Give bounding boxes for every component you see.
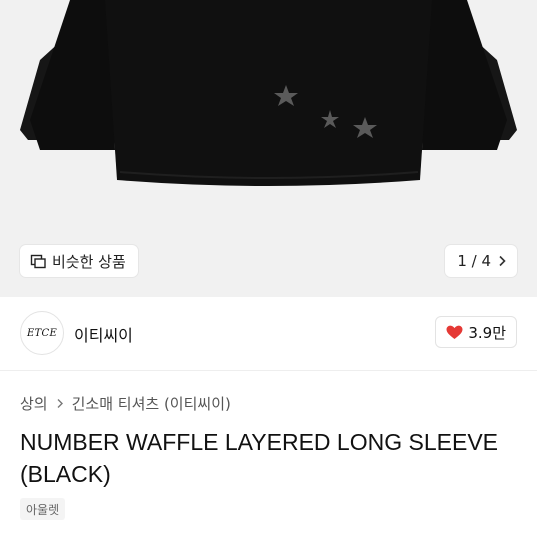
heart-icon [446,325,463,339]
similar-products-label: 비슷한 상품 [52,252,126,271]
chevron-right-icon[interactable] [497,255,507,267]
breadcrumb-item-category[interactable]: 상의 [20,393,48,414]
brand-name[interactable]: 이티씨이 [74,322,133,346]
product-image-carousel[interactable]: 비슷한 상품 1 / 4 [0,0,537,297]
similar-products-icon [30,254,46,269]
similar-products-button[interactable]: 비슷한 상품 [20,245,138,277]
image-pager[interactable]: 1 / 4 [445,245,517,277]
brand-logo-text: ETCE [26,327,58,339]
breadcrumb-item-subcategory[interactable]: 긴소매 티셔츠 (이티씨이) [72,393,231,414]
breadcrumb: 상의 긴소매 티셔츠 (이티씨이) [20,393,231,414]
chevron-right-icon [57,399,63,408]
like-count: 3.9만 [468,323,506,342]
brand-row: ETCE 이티씨이 3.9만 [0,297,537,371]
product-title: NUMBER WAFFLE LAYERED LONG SLEEVE (BLACK… [20,429,499,487]
like-button[interactable]: 3.9만 [435,316,517,348]
brand-logo[interactable]: ETCE [20,311,64,355]
pager-text: 1 / 4 [457,252,491,270]
outlet-tag: 아울렛 [20,498,66,520]
